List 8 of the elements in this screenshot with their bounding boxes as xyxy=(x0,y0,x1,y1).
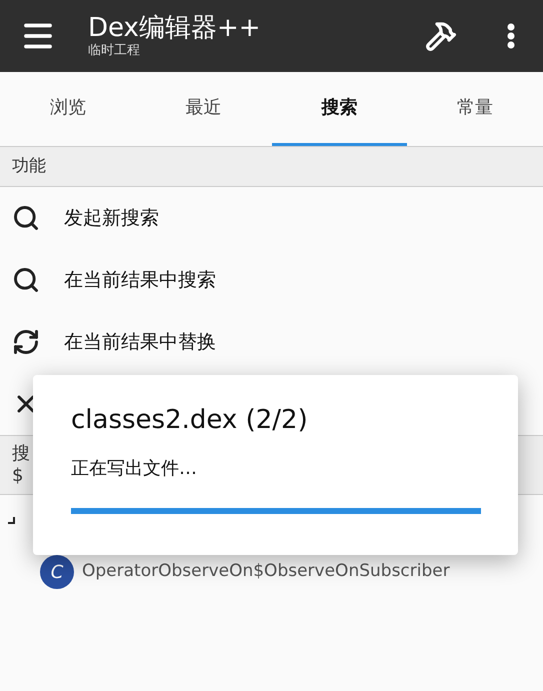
dialog-title: classes2.dex (2/2) xyxy=(71,404,309,437)
result-header-text: 搜 xyxy=(12,443,30,465)
app-title: Dex编辑器++ xyxy=(88,13,262,43)
section-title: 功能 xyxy=(12,154,46,178)
class-badge: C xyxy=(40,555,74,589)
app-subtitle: 临时工程 xyxy=(88,43,141,59)
result-header-text: $ xyxy=(12,465,24,487)
dialog-message: 正在写出文件… xyxy=(71,457,198,481)
